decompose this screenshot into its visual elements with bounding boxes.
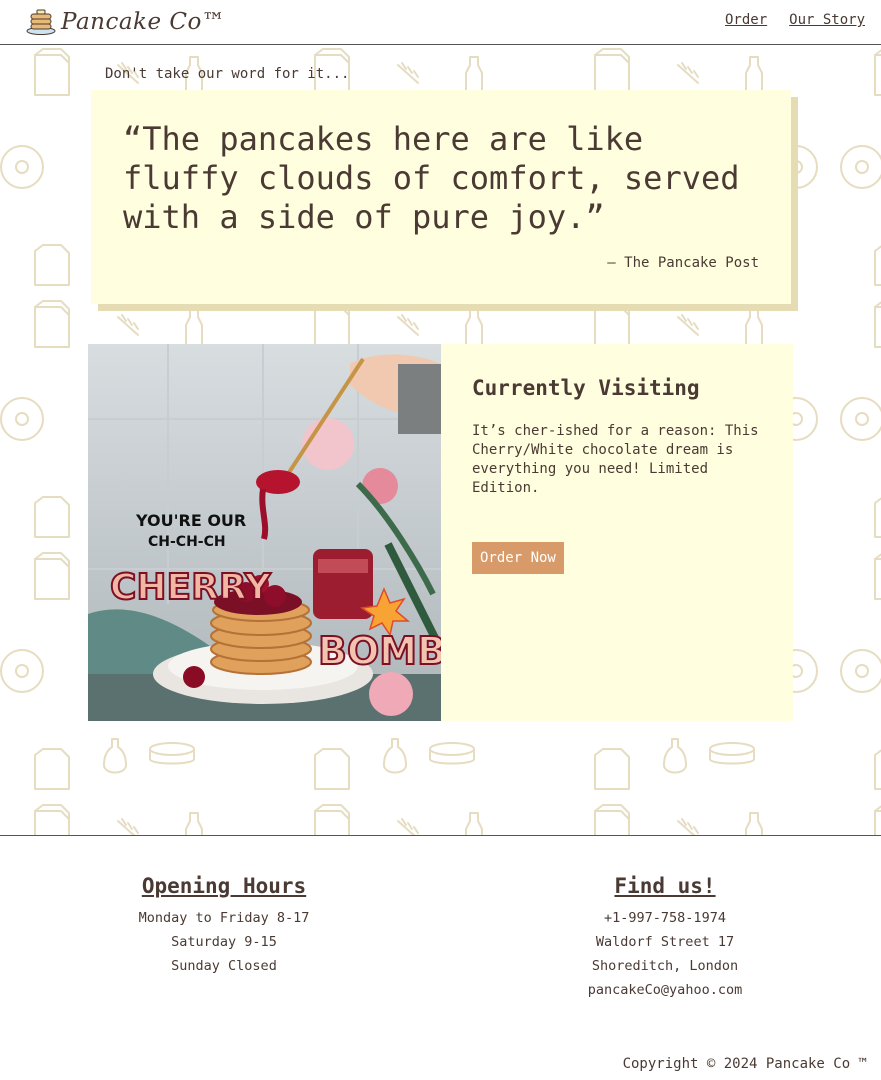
pancake-stack-icon <box>25 4 57 40</box>
city-address: Shoreditch, London <box>591 958 739 974</box>
hours-line: Sunday Closed <box>171 958 277 974</box>
nav-order-link[interactable]: Order <box>725 12 767 28</box>
hours-line: Monday to Friday 8-17 <box>138 910 310 926</box>
featured-product-image: YOU'RE OUR CH-CH-CH CHERRY BOMB! <box>88 344 441 721</box>
testimonial-intro: Don't take our word for it... <box>105 66 350 82</box>
order-now-button[interactable]: Order Now <box>472 542 564 574</box>
featured-product-title: Currently Visiting <box>472 376 700 400</box>
testimonial-author: – The Pancake Post <box>607 255 759 271</box>
main-nav: Order Our Story <box>725 12 865 28</box>
featured-product-info: Currently Visiting It’s cher-ished for a… <box>441 344 793 721</box>
contact-heading: Find us! <box>614 874 716 898</box>
svg-text:CHERRY: CHERRY <box>110 567 272 608</box>
svg-text:CH-CH-CH: CH-CH-CH <box>148 534 226 550</box>
brand-logo[interactable]: Pancake Co™ <box>25 4 225 40</box>
street-address: Waldorf Street 17 <box>595 934 735 950</box>
testimonial-quote: “The pancakes here are like fluffy cloud… <box>123 120 740 236</box>
svg-text:BOMB!: BOMB! <box>318 629 441 673</box>
featured-product-description: It’s cher-ished for a reason: This Cherr… <box>472 423 759 496</box>
opening-hours-heading: Opening Hours <box>141 874 307 898</box>
opening-hours: Opening Hours Monday to Friday 8-17 Satu… <box>114 874 334 978</box>
contact-info: Find us! +1-997-758-1974 Waldorf Street … <box>555 874 775 1002</box>
phone-number[interactable]: +1-997-758-1974 <box>555 906 775 930</box>
hours-line: Saturday 9-15 <box>171 934 277 950</box>
site-header: Pancake Co™ Order Our Story <box>0 0 881 45</box>
testimonial-card: “The pancakes here are like fluffy cloud… <box>91 90 791 304</box>
site-footer: Opening Hours Monday to Friday 8-17 Satu… <box>0 835 881 1080</box>
nav-our-story-link[interactable]: Our Story <box>789 12 865 28</box>
featured-product: YOU'RE OUR CH-CH-CH CHERRY BOMB! Current… <box>88 344 793 721</box>
svg-text:YOU'RE OUR: YOU'RE OUR <box>135 511 246 530</box>
brand-name: Pancake Co™ <box>61 9 226 35</box>
copyright-text: Copyright © 2024 Pancake Co ™ <box>622 1056 867 1072</box>
email-address[interactable]: pancakeCo@yahoo.com <box>555 978 775 1002</box>
